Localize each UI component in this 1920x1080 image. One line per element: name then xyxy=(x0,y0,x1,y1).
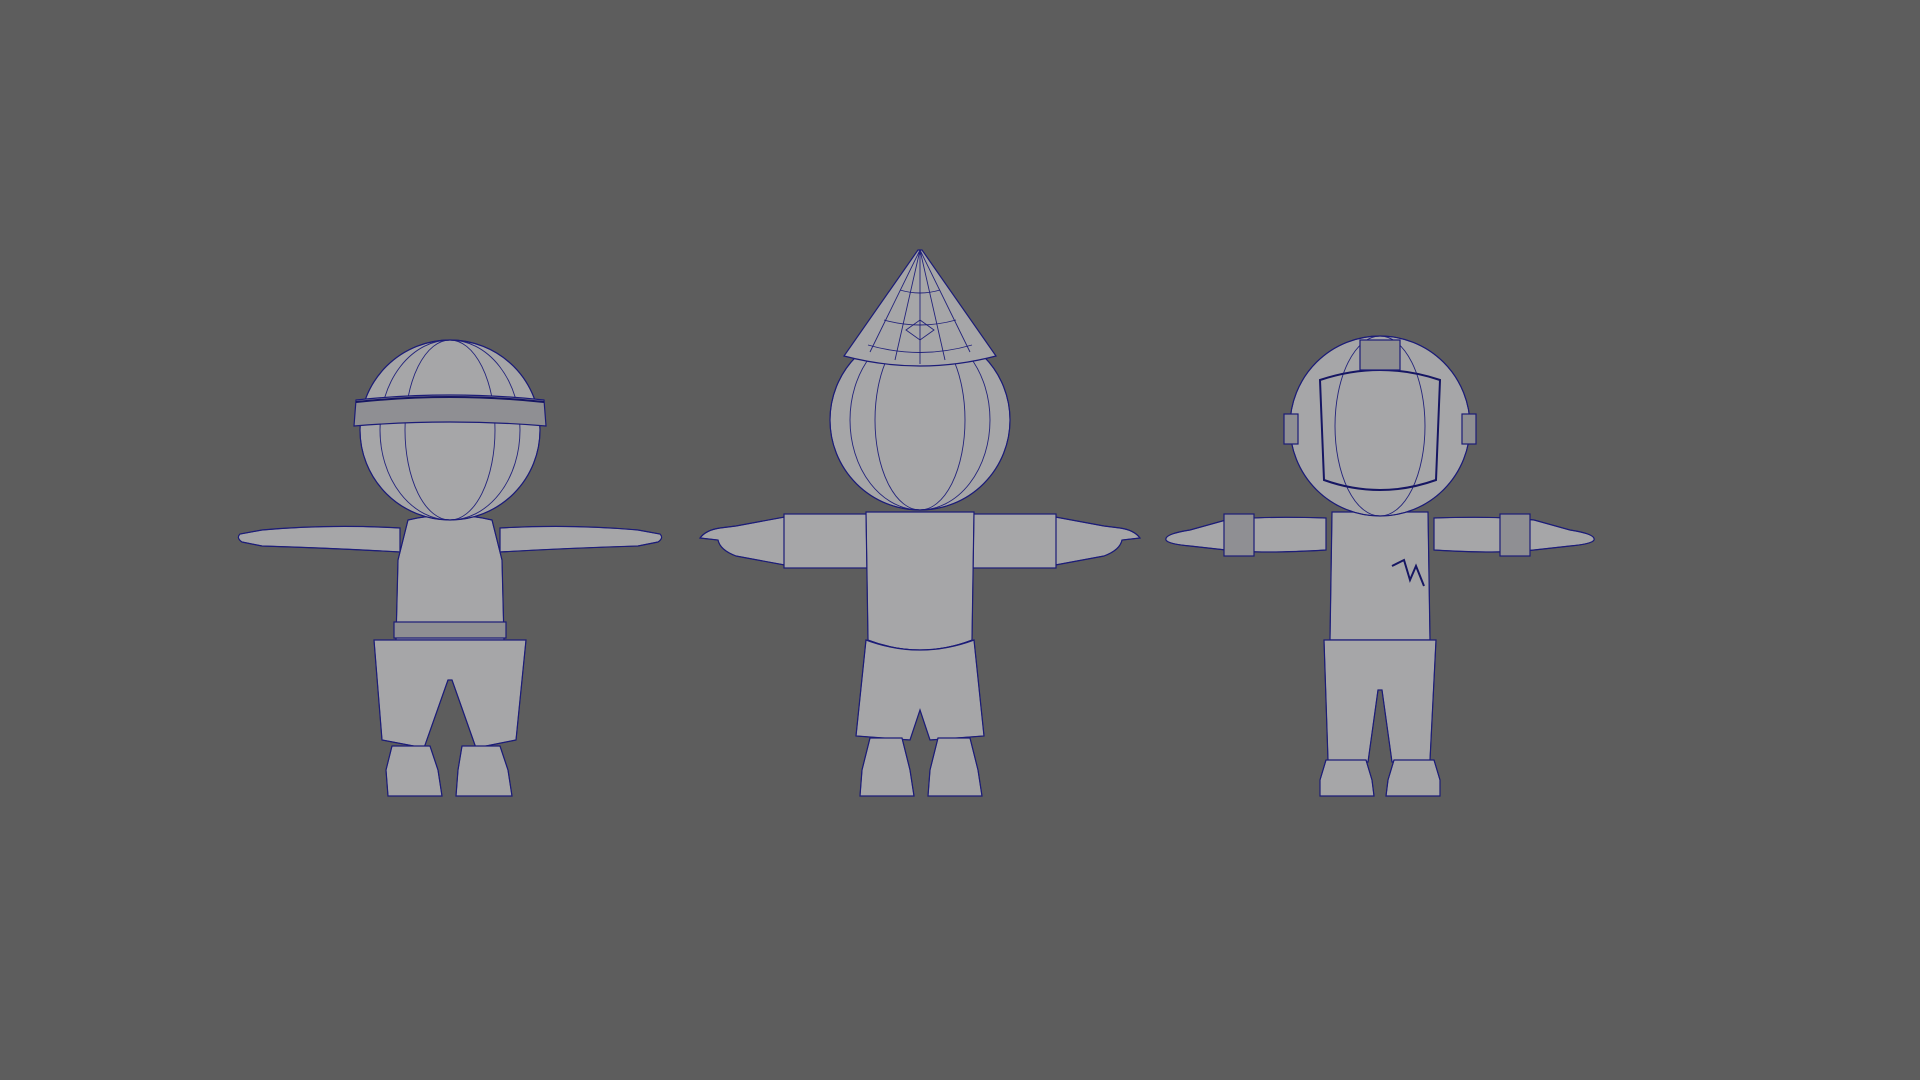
helmet-top-mesh xyxy=(1359,339,1401,371)
torso-mesh xyxy=(395,514,505,641)
right-sleeve-mesh xyxy=(971,513,1057,569)
viewport-scene[interactable] xyxy=(0,0,1920,1080)
shorts-mesh xyxy=(855,639,985,741)
left-shoe-mesh xyxy=(1319,759,1375,797)
right-cuff-mesh xyxy=(1499,513,1531,557)
character-helmet-model[interactable] xyxy=(1165,335,1595,797)
right-shoe-mesh xyxy=(1385,759,1441,797)
legs-mesh xyxy=(373,639,527,749)
belt-mesh xyxy=(393,621,507,639)
left-shoe-mesh xyxy=(385,745,443,797)
left-arm-mesh xyxy=(698,515,791,567)
legs-mesh xyxy=(1323,639,1437,763)
torso-mesh xyxy=(1329,511,1431,641)
left-cuff-mesh xyxy=(1223,513,1255,557)
head-mesh xyxy=(359,339,541,521)
right-arm-mesh xyxy=(1049,515,1142,567)
helmet-right-ear-mesh xyxy=(1461,413,1477,445)
3d-viewport[interactable] xyxy=(0,0,1920,1080)
character-cone-hat-model[interactable] xyxy=(698,249,1142,797)
character-headband-model[interactable] xyxy=(237,339,663,797)
left-sleeve-mesh xyxy=(783,513,869,569)
helmet-left-ear-mesh xyxy=(1283,413,1299,445)
torso-mesh xyxy=(865,511,975,651)
right-shoe-mesh xyxy=(455,745,513,797)
